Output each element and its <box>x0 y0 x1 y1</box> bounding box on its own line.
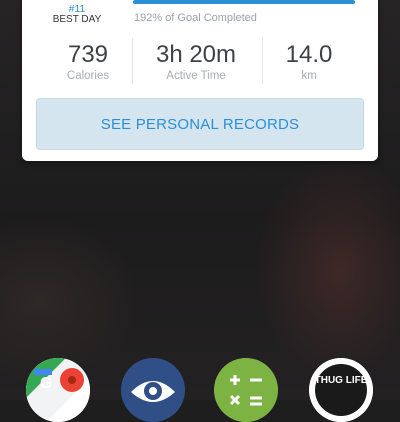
eye-app-icon[interactable] <box>121 358 185 422</box>
goal-progress-bar <box>133 0 355 4</box>
best-day-label: BEST DAY <box>52 14 102 25</box>
active-time-label: Active Time <box>166 70 226 82</box>
active-time-value: 3h 20m <box>155 41 237 68</box>
calories-stat: 739 Calories <box>33 41 143 83</box>
calories-value: 739 <box>67 41 109 68</box>
google-maps-icon[interactable]: G <box>26 358 90 422</box>
calculator-icon[interactable] <box>214 358 278 422</box>
goal-completed-text: 192% of Goal Completed <box>134 12 257 24</box>
stat-divider <box>132 38 133 84</box>
calories-label: Calories <box>66 70 110 82</box>
thug-life-icon[interactable]: THUG LIFE <box>309 358 373 422</box>
rank-partial-text: ... <box>52 0 102 2</box>
distance-value: 14.0 <box>285 41 333 68</box>
distance-stat: 14.0 km <box>254 41 364 83</box>
see-personal-records-button[interactable]: SEE PERSONAL RECORDS <box>36 98 364 150</box>
distance-unit-label: km <box>301 70 317 82</box>
thug-life-text: THUG LIFE <box>314 375 368 386</box>
svg-text:G: G <box>40 375 52 392</box>
active-time-stat: 3h 20m Active Time <box>141 41 251 83</box>
